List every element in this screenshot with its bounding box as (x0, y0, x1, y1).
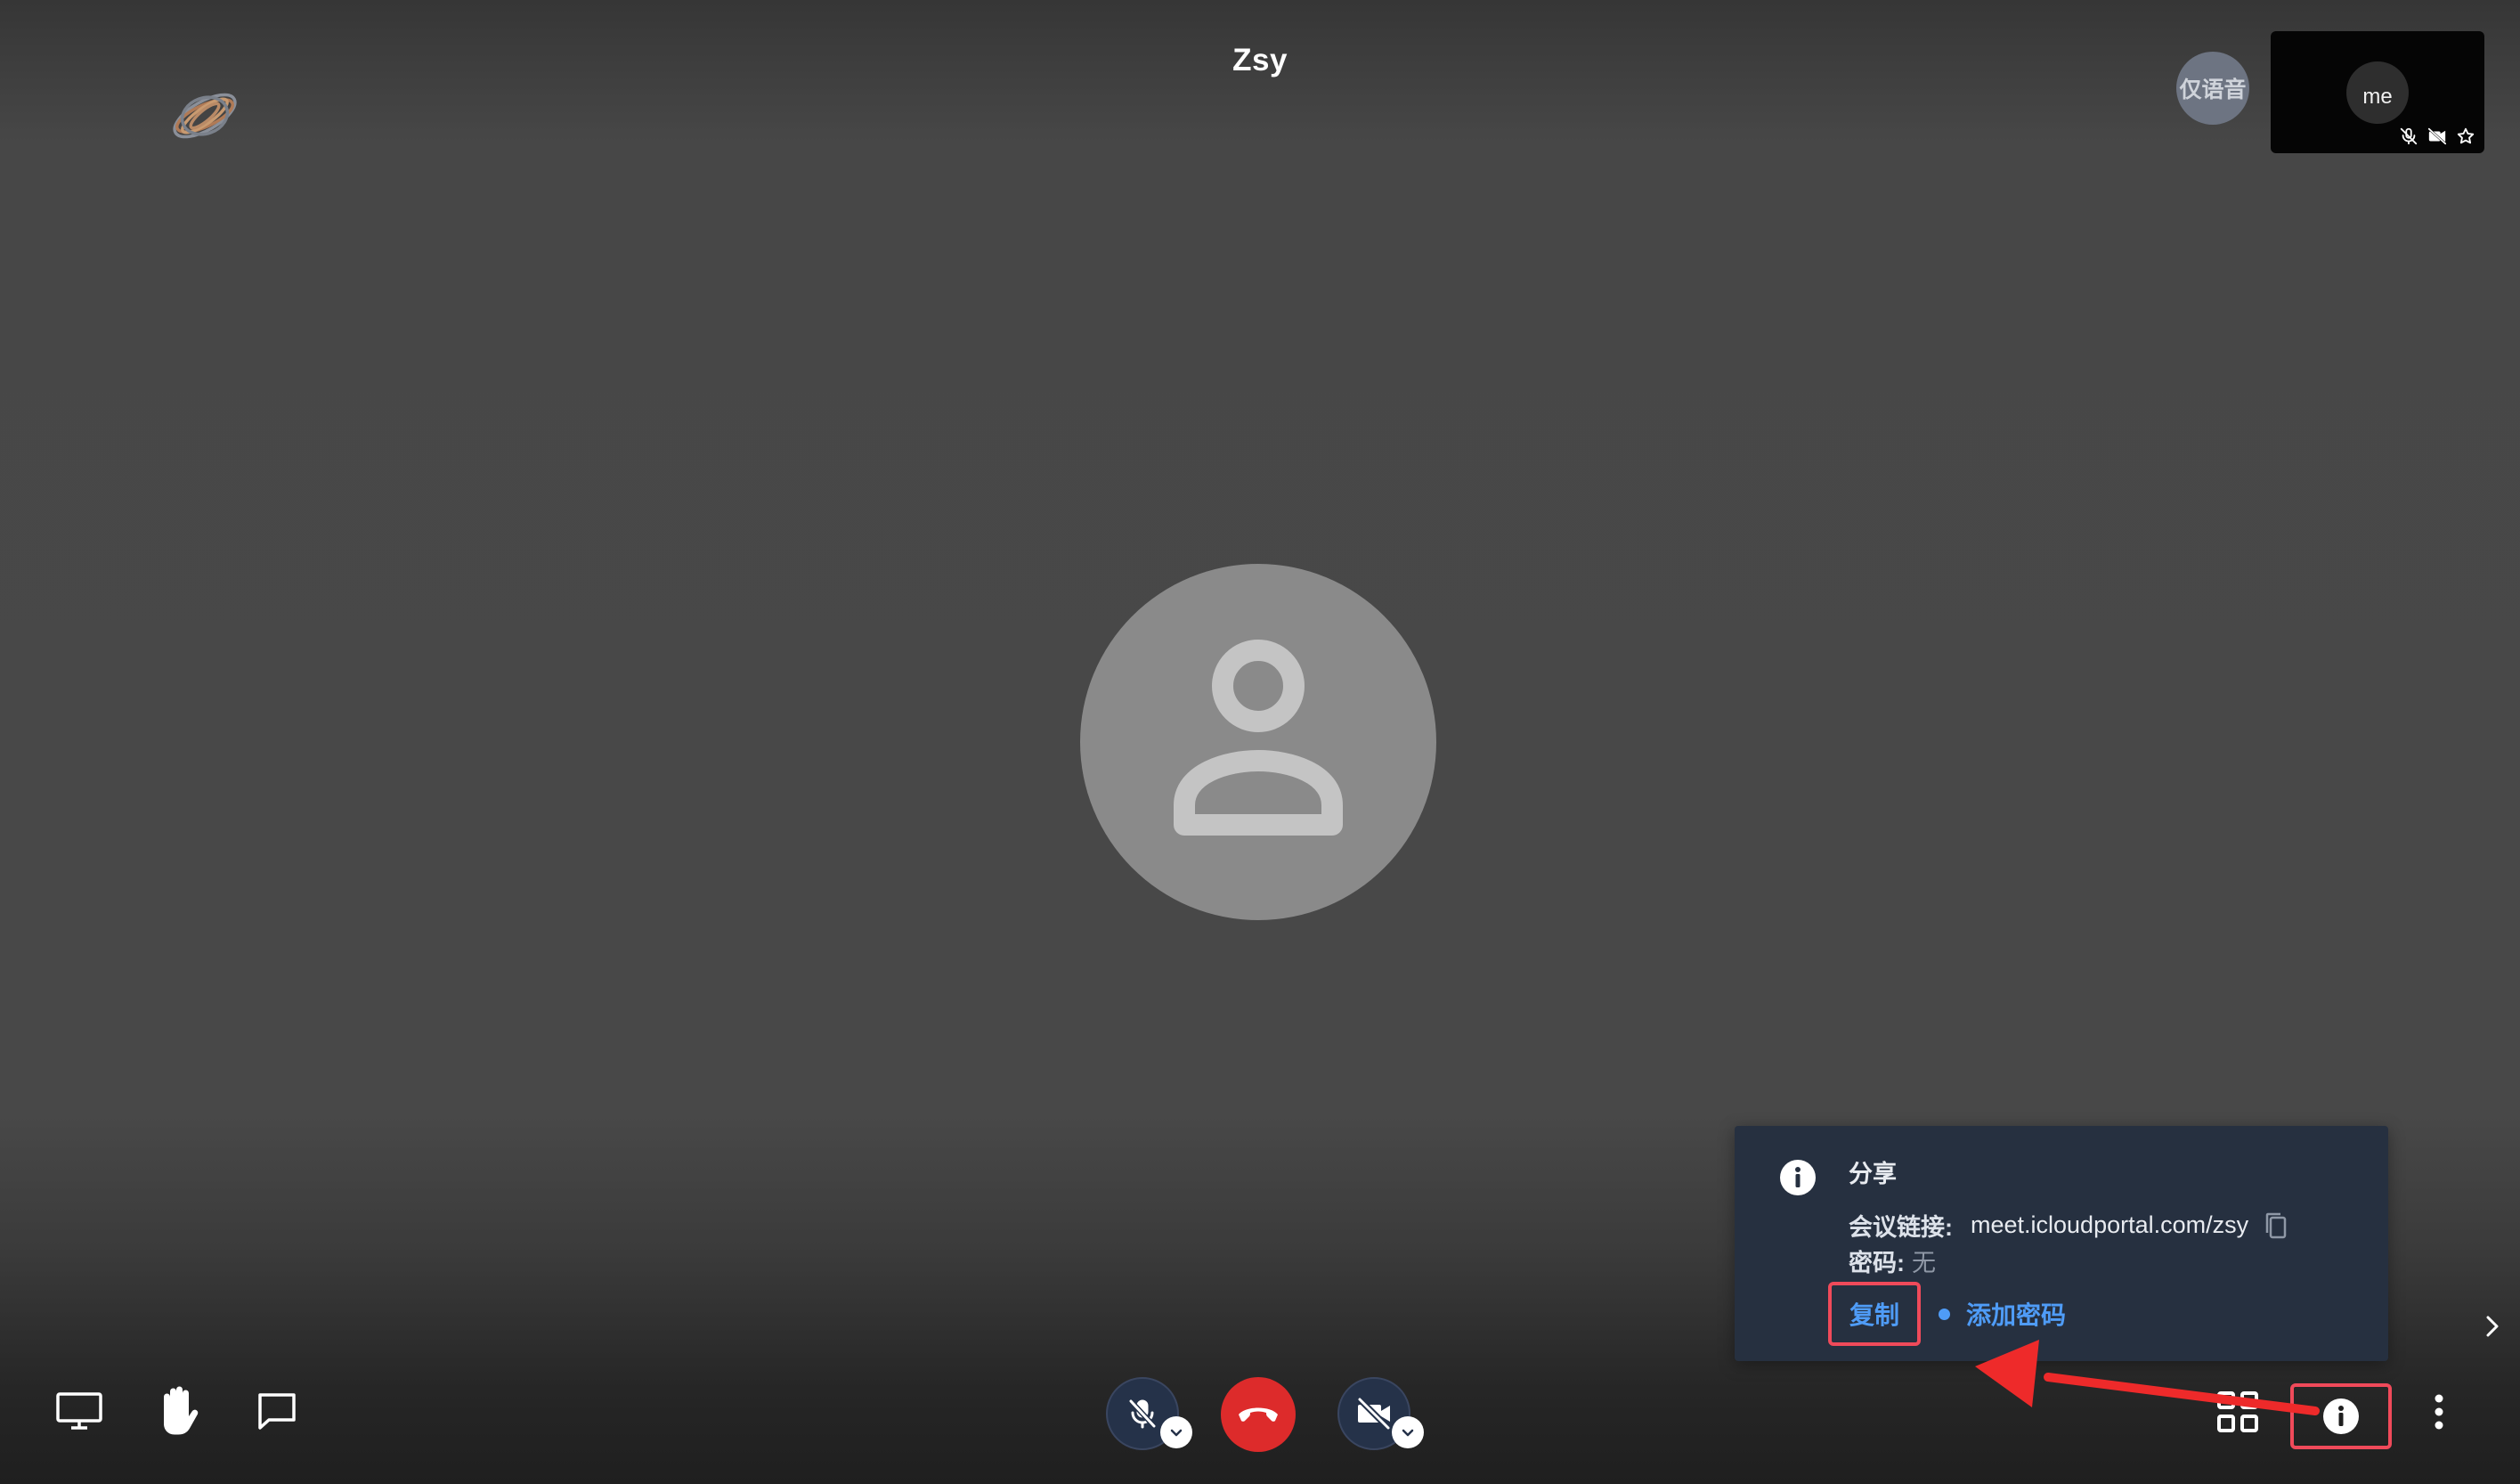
camera-off-icon (2427, 126, 2447, 146)
share-info-popup: 分享 会议链接: meet.icloudportal.com/zsy 密码: 无… (1735, 1126, 2388, 1361)
participant-avatar (1080, 564, 1436, 920)
share-screen-button[interactable] (55, 1391, 103, 1431)
monitor-icon (56, 1392, 102, 1430)
info-icon (2323, 1398, 2359, 1434)
grid-icon (2217, 1391, 2258, 1432)
self-avatar: me (2346, 61, 2409, 124)
self-status-icons (2399, 126, 2475, 146)
hand-icon (164, 1386, 199, 1435)
chevron-down-icon (1170, 1429, 1183, 1437)
password-label: 密码: (1849, 1250, 1905, 1276)
info-icon (1779, 1159, 1817, 1196)
raise-hand-button[interactable] (155, 1384, 199, 1436)
hangup-button[interactable] (1221, 1377, 1296, 1452)
chat-button[interactable] (256, 1391, 297, 1431)
add-password-button[interactable]: 添加密码 (1966, 1296, 2066, 1332)
more-vertical-icon (2435, 1394, 2443, 1430)
chat-bubble-icon (258, 1393, 296, 1430)
meeting-title: Zsy (1232, 43, 1288, 77)
meeting-link-row: 会议链接: meet.icloudportal.com/zsy (1849, 1208, 2289, 1243)
mic-options-button[interactable] (1160, 1416, 1192, 1448)
popup-actions: 复制 添加密码 (1828, 1282, 2066, 1346)
self-view-thumbnail[interactable]: me (2271, 31, 2484, 153)
separator-dot (1939, 1308, 1951, 1320)
password-value: 无 (1912, 1250, 1936, 1276)
meeting-stage: Zsy 仅语音 me 分享 会议链接: meet.icloudportal.co… (0, 0, 2520, 1484)
audio-only-button[interactable]: 仅语音 (2176, 52, 2249, 125)
star-icon (2456, 126, 2475, 146)
mic-off-icon (1128, 1398, 1157, 1429)
meeting-link-label: 会议链接: (1849, 1214, 1953, 1241)
swirl-logo-icon (160, 71, 249, 160)
more-options-button[interactable] (2424, 1391, 2454, 1432)
password-row: 密码: 无 (1849, 1243, 1936, 1278)
meeting-link-value[interactable]: meet.icloudportal.com/zsy (1971, 1211, 2248, 1239)
popup-heading: 分享 (1849, 1161, 1897, 1187)
person-icon (1174, 640, 1343, 836)
camera-options-button[interactable] (1392, 1416, 1424, 1448)
phone-hangup-icon (1239, 1407, 1278, 1422)
camera-off-icon (1356, 1396, 1392, 1431)
chevron-right-icon[interactable] (2477, 1311, 2508, 1341)
copy-link-button[interactable]: 复制 (1828, 1282, 1922, 1346)
mic-off-icon (2399, 126, 2418, 146)
chevron-down-icon (1402, 1429, 1414, 1437)
tile-view-button[interactable] (2215, 1390, 2260, 1434)
copy-icon[interactable] (2263, 1211, 2289, 1241)
info-button[interactable] (2290, 1383, 2392, 1449)
